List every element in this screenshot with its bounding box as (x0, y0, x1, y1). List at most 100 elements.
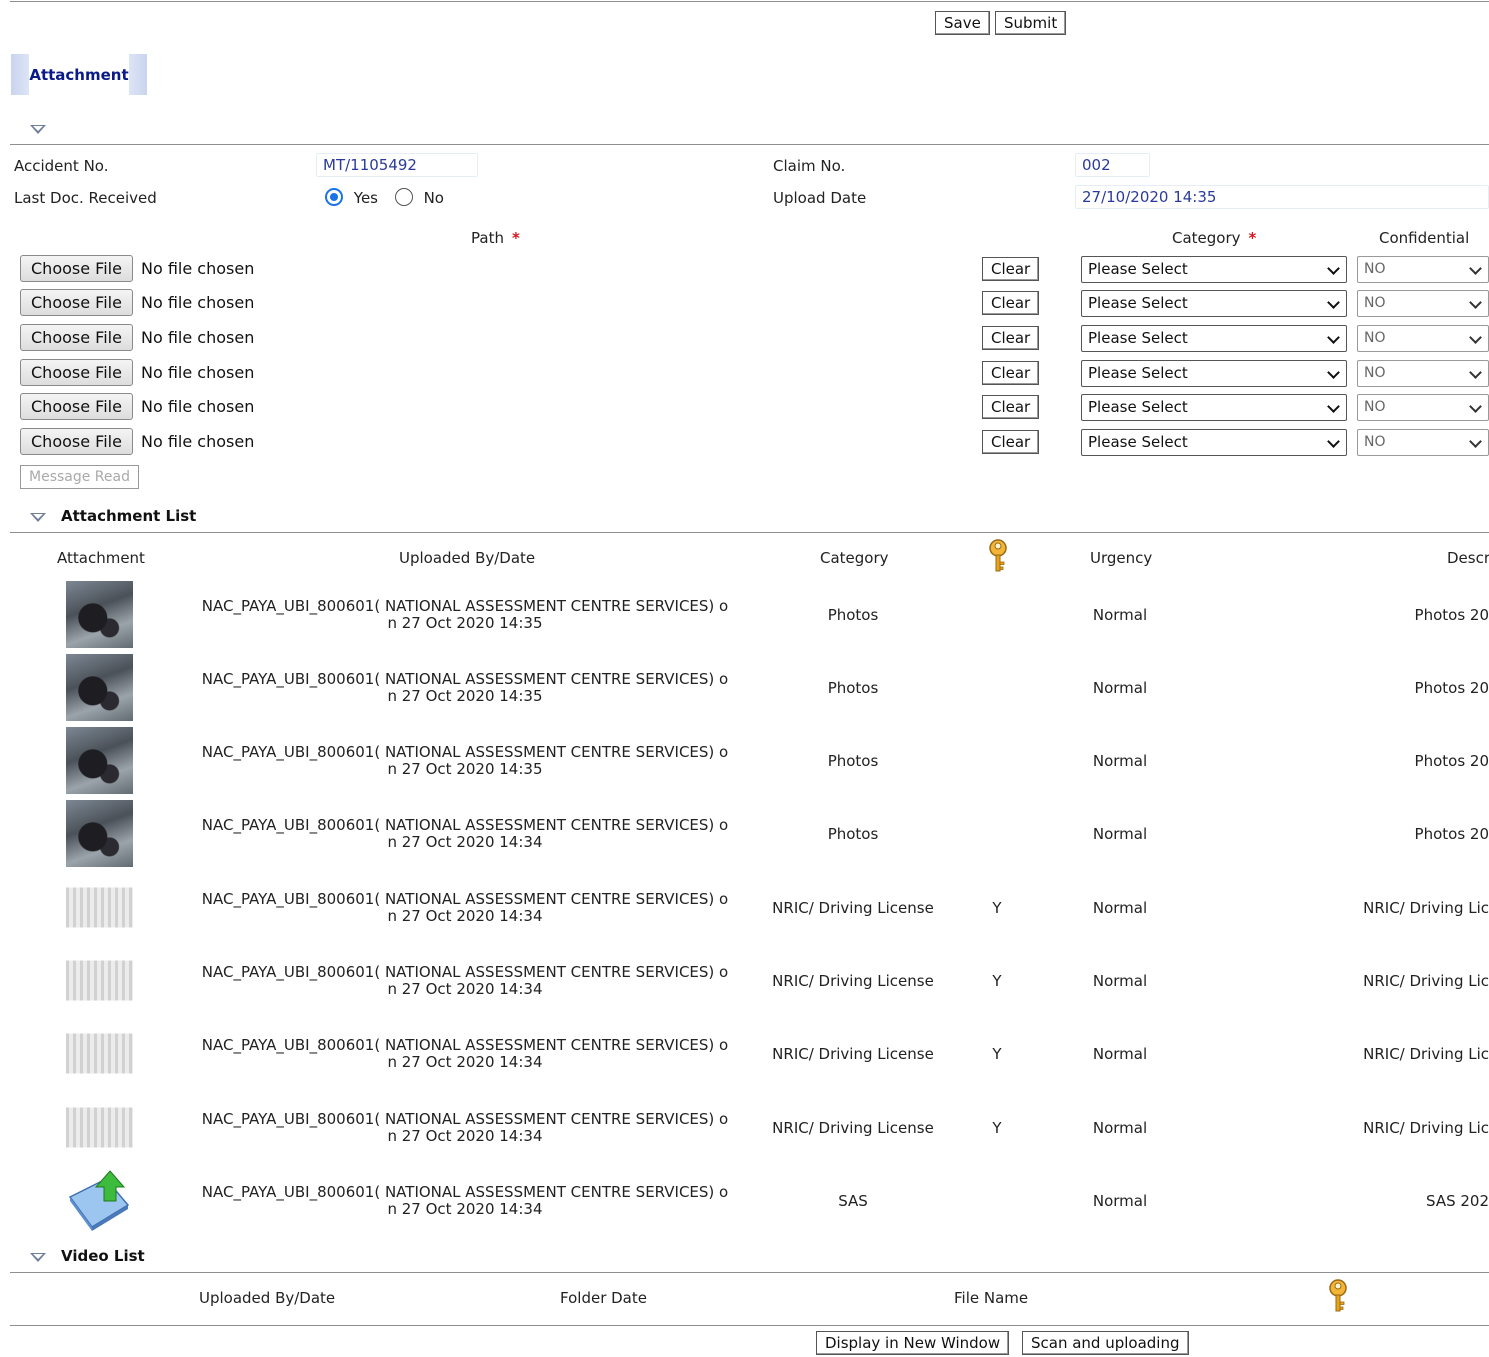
uploaded-date-line: n 27 Oct 2020 14:34 (387, 1127, 543, 1145)
description-cell: NRIC/ Driving Lic (1363, 972, 1489, 990)
document-thumbnail[interactable] (66, 874, 133, 941)
category-select-value: Please Select (1088, 329, 1188, 347)
video-list-divider (10, 1272, 1489, 1273)
uploaded-date-line: n 27 Oct 2020 14:34 (387, 907, 543, 925)
urgency-cell: Normal (1092, 825, 1148, 843)
choose-file-button[interactable]: Choose File (20, 324, 133, 351)
uploaded-by-line: NAC_PAYA_UBI_800601( NATIONAL ASSESSMENT… (201, 1183, 729, 1201)
category-cell: Photos (827, 679, 879, 697)
chevron-down-icon (1469, 366, 1482, 379)
confidential-header: Confidential (1379, 229, 1470, 247)
clear-button[interactable]: Clear (982, 326, 1040, 350)
key-icon (989, 539, 1007, 572)
category-select[interactable]: Please Select (1081, 325, 1347, 352)
category-select-value: Please Select (1088, 364, 1188, 382)
category-cell: Photos (827, 752, 879, 770)
uploaded-by-line: NAC_PAYA_UBI_800601( NATIONAL ASSESSMENT… (201, 1036, 729, 1054)
claim-no-value: 002 (1075, 153, 1150, 177)
save-button[interactable]: Save (935, 11, 990, 35)
clear-button[interactable]: Clear (982, 430, 1040, 454)
uploaded-by-cell: NAC_PAYA_UBI_800601( NATIONAL ASSESSMENT… (185, 817, 745, 851)
uploaded-by-cell: NAC_PAYA_UBI_800601( NATIONAL ASSESSMENT… (185, 1184, 745, 1218)
header-category: Category (820, 549, 889, 567)
description-cell: NRIC/ Driving Lic (1363, 1045, 1489, 1063)
chevron-down-icon (1327, 331, 1340, 344)
uploaded-date-line: n 27 Oct 2020 14:34 (387, 1200, 543, 1218)
clear-button[interactable]: Clear (982, 361, 1040, 385)
tab-attachment[interactable]: Attachment (11, 54, 147, 95)
confidential-select[interactable]: NO (1357, 429, 1489, 456)
collapse-triangle-icon[interactable] (30, 1253, 46, 1262)
uploaded-date-line: n 27 Oct 2020 14:34 (387, 833, 543, 851)
uploaded-by-line: NAC_PAYA_UBI_800601( NATIONAL ASSESSMENT… (201, 743, 729, 761)
message-read-button: Message Read (20, 465, 139, 489)
uploaded-date-line: n 27 Oct 2020 14:35 (387, 760, 543, 778)
radio-no[interactable] (394, 188, 413, 206)
uploaded-by-cell: NAC_PAYA_UBI_800601( NATIONAL ASSESSMENT… (185, 1111, 745, 1145)
category-select-value: Please Select (1088, 294, 1188, 312)
urgency-cell: Normal (1092, 1119, 1148, 1137)
header-urgency: Urgency (1090, 549, 1153, 567)
confidential-select[interactable]: NO (1357, 290, 1489, 317)
header-attachment: Attachment (57, 549, 145, 567)
chevron-down-icon (1327, 296, 1340, 309)
uploaded-date-line: n 27 Oct 2020 14:35 (387, 614, 543, 632)
confidential-select[interactable]: NO (1357, 360, 1489, 387)
path-header: Path * (471, 229, 520, 247)
category-select-value: Please Select (1088, 433, 1188, 451)
video-list-title: Video List (61, 1247, 145, 1265)
uploaded-by-line: NAC_PAYA_UBI_800601( NATIONAL ASSESSMENT… (201, 670, 729, 688)
document-thumbnail[interactable] (66, 1020, 133, 1087)
category-select[interactable]: Please Select (1081, 394, 1347, 421)
choose-file-button[interactable]: Choose File (20, 428, 133, 455)
upload-file-icon[interactable] (66, 1167, 133, 1234)
urgency-cell: Normal (1092, 752, 1148, 770)
clear-button[interactable]: Clear (982, 291, 1040, 315)
video-header-file-name: File Name (954, 1289, 1029, 1307)
no-file-text: No file chosen (141, 363, 255, 382)
confidential-select[interactable]: NO (1357, 256, 1489, 283)
scan-upload-button[interactable]: Scan and uploading (1022, 1331, 1189, 1355)
category-select-value: Please Select (1088, 398, 1188, 416)
category-cell: SAS (838, 1192, 868, 1210)
description-cell: Photos 20 (1414, 606, 1489, 624)
category-header-label: Category (1172, 229, 1241, 247)
document-thumbnail[interactable] (66, 947, 133, 1014)
accident-no-label: Accident No. (14, 157, 109, 175)
radio-yes[interactable] (325, 188, 343, 206)
confidential-select[interactable]: NO (1357, 325, 1489, 352)
uploaded-by-line: NAC_PAYA_UBI_800601( NATIONAL ASSESSMENT… (201, 1110, 729, 1128)
display-new-window-button[interactable]: Display in New Window (816, 1331, 1010, 1355)
clear-button[interactable]: Clear (982, 257, 1040, 281)
choose-file-button[interactable]: Choose File (20, 393, 133, 420)
chevron-down-icon (1469, 262, 1482, 275)
video-header-folder-date: Folder Date (560, 1289, 647, 1307)
urgency-cell: Normal (1092, 899, 1148, 917)
uploaded-by-cell: NAC_PAYA_UBI_800601( NATIONAL ASSESSMENT… (185, 964, 745, 998)
choose-file-button[interactable]: Choose File (20, 289, 133, 316)
photo-thumbnail[interactable] (66, 581, 133, 648)
category-select[interactable]: Please Select (1081, 256, 1347, 283)
category-select[interactable]: Please Select (1081, 429, 1347, 456)
clear-button[interactable]: Clear (982, 395, 1040, 419)
uploaded-by-cell: NAC_PAYA_UBI_800601( NATIONAL ASSESSMENT… (185, 744, 745, 778)
photo-thumbnail[interactable] (66, 800, 133, 867)
category-select[interactable]: Please Select (1081, 360, 1347, 387)
photo-thumbnail[interactable] (66, 727, 133, 794)
chevron-down-icon (1469, 400, 1482, 413)
video-header-uploaded-by: Uploaded By/Date (199, 1289, 336, 1307)
choose-file-button[interactable]: Choose File (20, 359, 133, 386)
submit-button[interactable]: Submit (995, 11, 1067, 35)
chevron-down-icon (1327, 435, 1340, 448)
confidential-select-value: NO (1364, 295, 1386, 311)
accident-no-value: MT/1105492 (316, 153, 478, 177)
collapse-triangle-icon[interactable] (30, 513, 46, 522)
category-select[interactable]: Please Select (1081, 290, 1347, 317)
choose-file-button[interactable]: Choose File (20, 255, 133, 282)
photo-thumbnail[interactable] (66, 654, 133, 721)
video-list-bottom-divider (10, 1325, 1489, 1326)
collapse-triangle-icon[interactable] (30, 125, 46, 134)
uploaded-date-line: n 27 Oct 2020 14:34 (387, 1053, 543, 1071)
document-thumbnail[interactable] (66, 1094, 133, 1161)
confidential-select[interactable]: NO (1357, 394, 1489, 421)
